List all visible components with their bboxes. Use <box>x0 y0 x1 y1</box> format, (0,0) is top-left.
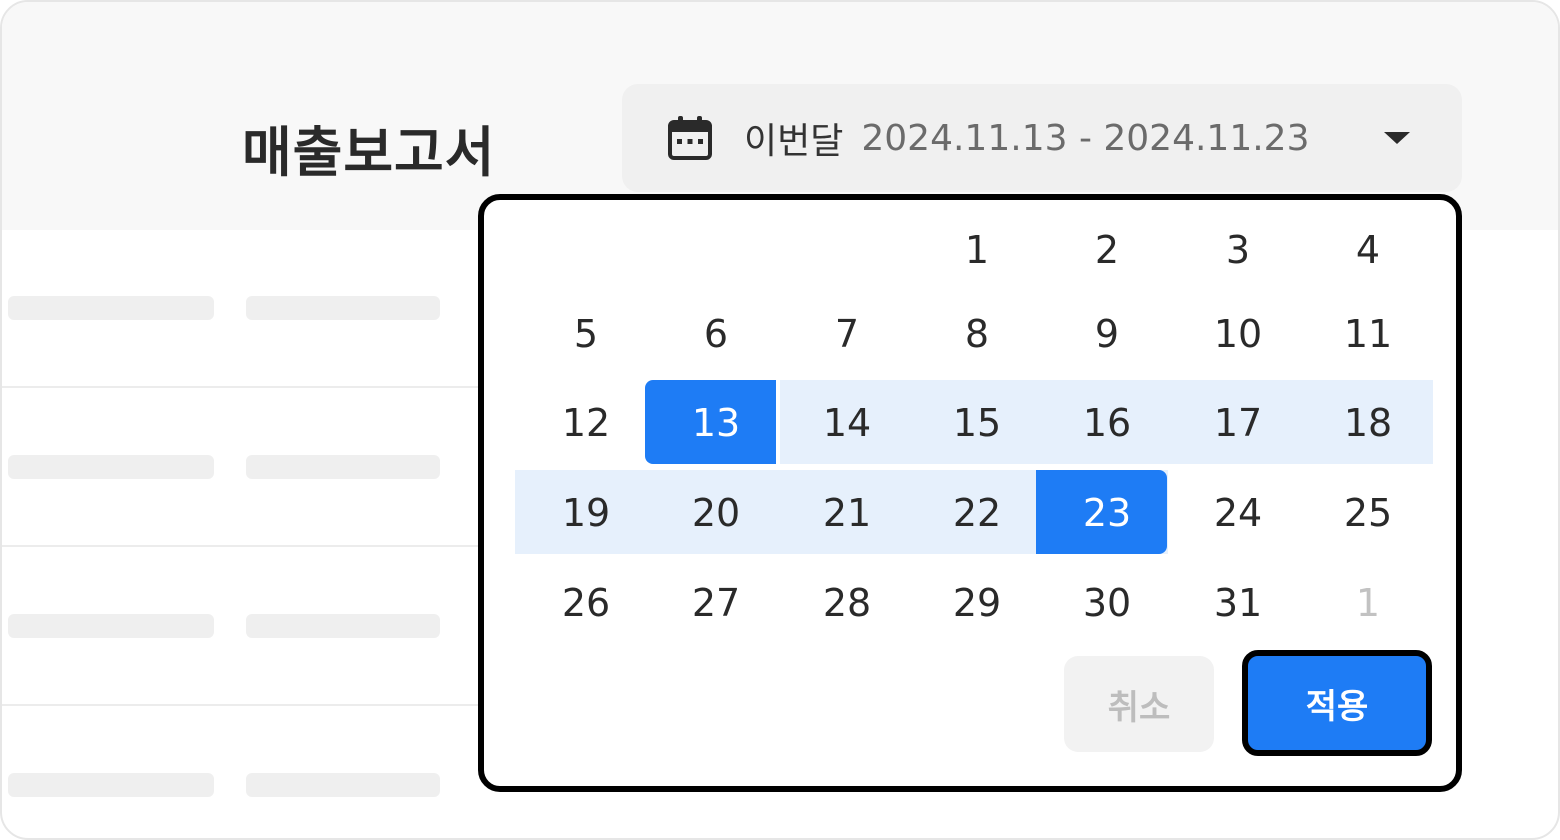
skeleton-cell <box>246 296 440 320</box>
date-range-label: 2024.11.13 - 2024.11.23 <box>861 117 1310 159</box>
calendar-day[interactable]: 4 <box>1303 227 1433 273</box>
calendar-day[interactable]: 20 <box>651 490 781 536</box>
calendar-day[interactable]: 2 <box>1042 227 1172 273</box>
calendar-day[interactable]: 14 <box>782 400 912 446</box>
table-divider <box>2 545 482 547</box>
apply-button[interactable]: 적용 <box>1242 650 1432 756</box>
calendar-day[interactable]: 12 <box>521 400 651 446</box>
calendar-day[interactable]: 23 <box>1042 490 1172 536</box>
calendar-day[interactable]: 1 <box>912 227 1042 273</box>
calendar-day[interactable]: 7 <box>782 311 912 357</box>
skeleton-cell <box>8 296 214 320</box>
calendar-day[interactable]: 5 <box>521 311 651 357</box>
calendar-day[interactable]: 15 <box>912 400 1042 446</box>
calendar-day[interactable]: 28 <box>782 580 912 626</box>
calendar-day[interactable]: 30 <box>1042 580 1172 626</box>
cancel-button[interactable]: 취소 <box>1064 656 1214 752</box>
table-divider <box>2 386 482 388</box>
skeleton-cell <box>246 773 440 797</box>
calendar-day[interactable]: 16 <box>1042 400 1172 446</box>
preset-label: 이번달 <box>744 121 844 162</box>
calendar-day[interactable]: 19 <box>521 490 651 536</box>
calendar-day[interactable]: 26 <box>521 580 651 626</box>
skeleton-cell <box>8 614 214 638</box>
calendar-icon <box>668 116 712 160</box>
calendar-day[interactable]: 21 <box>782 490 912 536</box>
calendar-day[interactable]: 13 <box>651 400 781 446</box>
skeleton-cell <box>8 773 214 797</box>
skeleton-cell <box>246 455 440 479</box>
calendar-popover: 1 2 3 4 5 6 7 8 9 10 11 12 13 14 15 16 17 18 19 20 21 22 23 24 2… <box>478 194 1462 792</box>
date-range-dropdown[interactable]: 이번달 2024.11.13 - 2024.11.23 <box>622 84 1462 192</box>
calendar-day[interactable]: 10 <box>1173 311 1303 357</box>
calendar-day[interactable]: 27 <box>651 580 781 626</box>
skeleton-cell <box>246 614 440 638</box>
calendar-day[interactable]: 25 <box>1303 490 1433 536</box>
calendar-day[interactable]: 24 <box>1173 490 1303 536</box>
caret-down-icon[interactable] <box>1384 132 1410 144</box>
calendar-day[interactable]: 22 <box>912 490 1042 536</box>
calendar-day[interactable]: 3 <box>1173 227 1303 273</box>
skeleton-cell <box>8 455 214 479</box>
calendar-day[interactable]: 6 <box>651 311 781 357</box>
calendar-day[interactable]: 8 <box>912 311 1042 357</box>
calendar-day[interactable]: 11 <box>1303 311 1433 357</box>
calendar-day[interactable]: 17 <box>1173 400 1303 446</box>
calendar-day[interactable]: 31 <box>1173 580 1303 626</box>
calendar-day[interactable]: 29 <box>912 580 1042 626</box>
calendar-day[interactable]: 9 <box>1042 311 1172 357</box>
table-divider <box>2 704 482 706</box>
calendar-day[interactable]: 1 <box>1303 580 1433 626</box>
calendar-day[interactable]: 18 <box>1303 400 1433 446</box>
page-title: 매출보고서 <box>242 121 496 184</box>
app-frame: 매출보고서 이번달 2024.11.13 - 2024.11.23 123456 <box>0 0 1560 840</box>
